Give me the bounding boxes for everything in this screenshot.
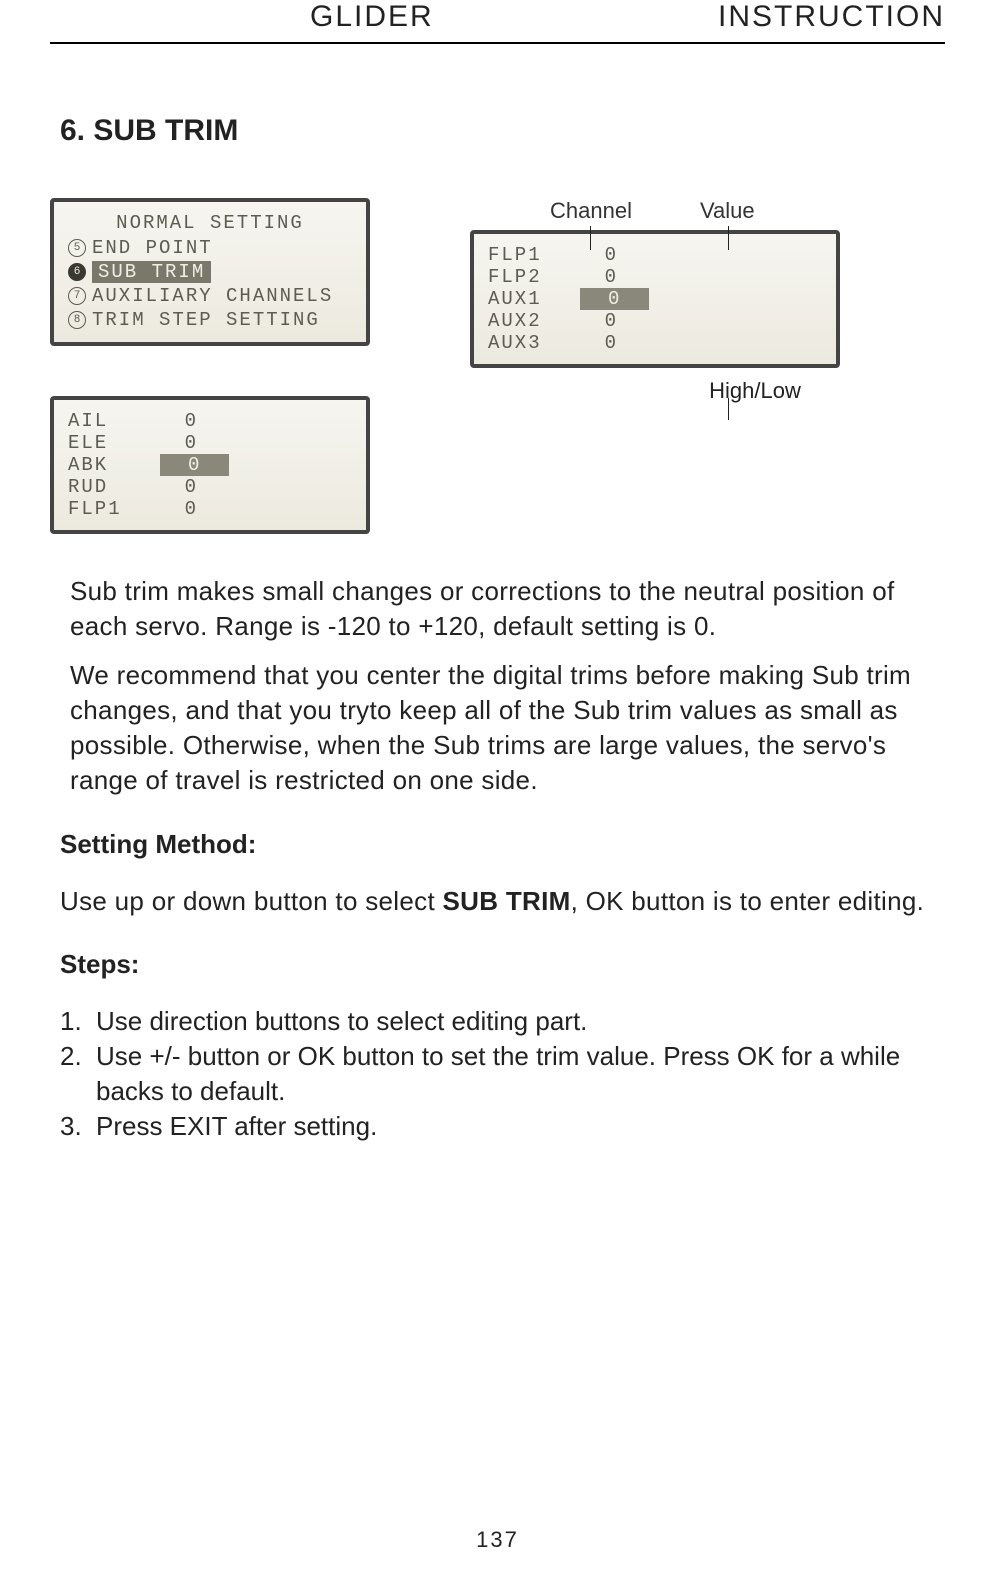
- page-header: GLIDER INSTRUCTION: [50, 0, 945, 44]
- step-item: 3.Press EXIT after setting.: [60, 1109, 935, 1144]
- lcd-value-key: RUD: [68, 476, 148, 498]
- lcd-menu-item: 8 TRIM STEP SETTING: [68, 308, 352, 332]
- header-right: INSTRUCTION: [718, 0, 945, 34]
- annotation-channel-tick: [590, 226, 591, 250]
- setting-method-bold: SUB TRIM: [443, 886, 571, 916]
- page-number: 137: [0, 1527, 995, 1553]
- lcd-value-key: AIL: [68, 410, 148, 432]
- step-item: 1.Use direction buttons to select editin…: [60, 1004, 935, 1039]
- steps-heading: Steps:: [60, 949, 935, 980]
- lcd-value-row: FLP10: [68, 498, 352, 520]
- lcd-values-a-screenshot: AIL0ELE0ABK0RUD0FLP10: [50, 396, 370, 534]
- step-text: Press EXIT after setting.: [96, 1109, 935, 1144]
- lcd-value: 0: [568, 310, 618, 332]
- lcd-value: 0: [148, 498, 198, 520]
- lcd-value-row: FLP10: [488, 244, 822, 266]
- menu-item-label: SUB TRIM: [92, 261, 211, 283]
- lcd-value-key: FLP1: [488, 244, 568, 266]
- lcd-value-key: AUX2: [488, 310, 568, 332]
- paragraph-1: Sub trim makes small changes or correcti…: [70, 574, 935, 644]
- page: GLIDER INSTRUCTION 6. SUB TRIM NORMAL SE…: [0, 0, 995, 1575]
- lcd-value: 0: [148, 476, 198, 498]
- menu-item-label: TRIM STEP SETTING: [92, 309, 320, 331]
- annotation-highlow-label: High/Low: [610, 378, 900, 404]
- step-text: Use +/- button or OK button to set the t…: [96, 1039, 935, 1109]
- lcd-value: 0: [148, 432, 198, 454]
- step-text: Use direction buttons to select editing …: [96, 1004, 935, 1039]
- annotation-highlow-tick: [728, 398, 729, 420]
- lcd-menu-item: 6 SUB TRIM: [68, 260, 352, 284]
- lcd-value-row: AUX20: [488, 310, 822, 332]
- menu-item-label: END POINT: [92, 237, 213, 259]
- menu-item-label: AUXILIARY CHANNELS: [92, 285, 333, 307]
- setting-method-post: , OK button is to enter editing.: [571, 886, 925, 916]
- figures-left-column: NORMAL SETTING 5 END POINT 6 SUB TRIM 7 AUXIL…: [50, 198, 370, 534]
- lcd-value-row: ELE0: [68, 432, 352, 454]
- lcd-value-row: AUX30: [488, 332, 822, 354]
- lcd-value-row: AIL0: [68, 410, 352, 432]
- lcd-value-selected: 0: [580, 288, 649, 310]
- paragraph-2: We recommend that you center the digital…: [70, 658, 935, 798]
- section-title: 6. SUB TRIM: [60, 114, 945, 148]
- lcd-menu-item: 7 AUXILIARY CHANNELS: [68, 284, 352, 308]
- lcd-value: 0: [568, 244, 618, 266]
- lcd-value-row: ABK 0: [68, 454, 352, 476]
- lcd-values-b-screenshot: FLP10FLP20AUX10AUX20AUX30: [470, 230, 840, 368]
- lcd-value-row: AUX1 0: [488, 288, 822, 310]
- step-number: 2.: [60, 1039, 96, 1109]
- lcd-value-key: ELE: [68, 432, 148, 454]
- lcd-value-key: AUX1: [488, 288, 568, 310]
- annotation-channel-label: Channel: [550, 198, 670, 224]
- lcd-value: 0: [148, 410, 198, 432]
- setting-method-paragraph: Use up or down button to select SUB TRIM…: [60, 884, 935, 919]
- menu-item-number-icon: 8: [68, 311, 86, 329]
- annotation-value-label: Value: [700, 198, 755, 224]
- lcd-menu-title: NORMAL SETTING: [68, 212, 352, 234]
- menu-item-number-icon: 7: [68, 287, 86, 305]
- header-left: GLIDER: [310, 0, 434, 34]
- lcd-value-key: AUX3: [488, 332, 568, 354]
- lcd-value-row: FLP20: [488, 266, 822, 288]
- lcd-value: 0: [568, 266, 618, 288]
- lcd-menu-item: 5 END POINT: [68, 236, 352, 260]
- menu-item-number-icon: 5: [68, 239, 86, 257]
- lcd-value-key: ABK: [68, 454, 148, 476]
- step-number: 3.: [60, 1109, 96, 1144]
- figures-right-column: Channel Value FLP10FLP20AUX10AUX20AUX30 …: [470, 198, 900, 534]
- lcd-value-selected: 0: [160, 454, 229, 476]
- annotation-value-tick: [728, 226, 729, 250]
- figures-row: NORMAL SETTING 5 END POINT 6 SUB TRIM 7 AUXIL…: [50, 198, 945, 534]
- step-number: 1.: [60, 1004, 96, 1039]
- setting-method-pre: Use up or down button to select: [60, 886, 443, 916]
- lcd-value-row: RUD0: [68, 476, 352, 498]
- step-item: 2.Use +/- button or OK button to set the…: [60, 1039, 935, 1109]
- annotation-top: Channel Value: [470, 198, 900, 224]
- lcd-value: 0: [568, 332, 618, 354]
- lcd-value-key: FLP1: [68, 498, 148, 520]
- lcd-menu-screenshot: NORMAL SETTING 5 END POINT 6 SUB TRIM 7 AUXIL…: [50, 198, 370, 346]
- menu-item-number-icon: 6: [68, 263, 86, 281]
- lcd-value-key: FLP2: [488, 266, 568, 288]
- steps-list: 1.Use direction buttons to select editin…: [60, 1004, 935, 1144]
- setting-method-heading: Setting Method:: [60, 829, 935, 860]
